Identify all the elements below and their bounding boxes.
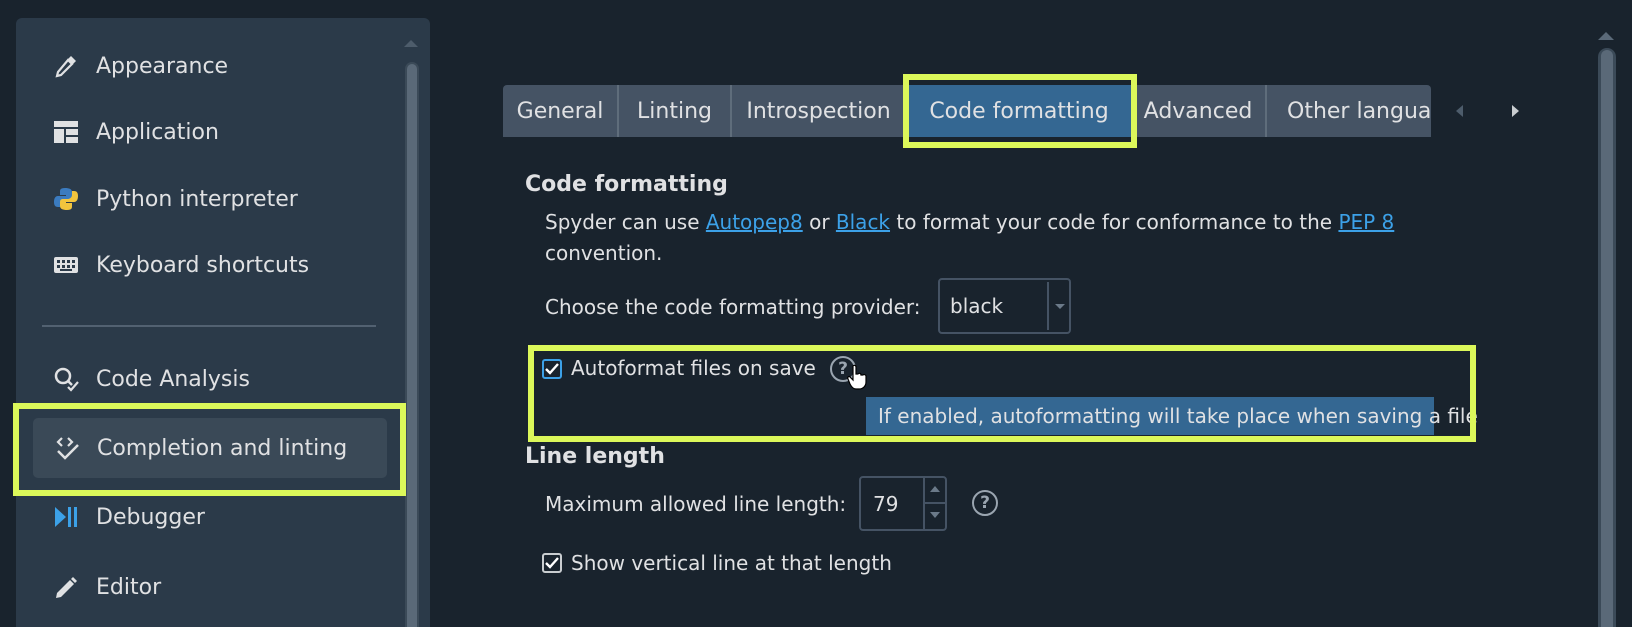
chevron-down-icon[interactable] xyxy=(1055,304,1065,309)
sidebar-item-label: Completion and linting xyxy=(97,435,348,461)
sidebar-item-appearance[interactable]: Appearance xyxy=(32,36,396,96)
tab-advanced[interactable]: Advanced xyxy=(1131,85,1267,137)
tab-label: General xyxy=(516,98,604,124)
checkmark-icon xyxy=(545,363,559,375)
sidebar-item-label: Appearance xyxy=(96,53,229,79)
provider-label: Choose the code formatting provider: xyxy=(545,295,921,319)
line-length-heading: Line length xyxy=(525,444,665,469)
code-analysis-icon xyxy=(52,365,80,393)
sidebar-item-python-interpreter[interactable]: Python interpreter xyxy=(32,169,396,229)
tab-linting[interactable]: Linting xyxy=(619,85,732,137)
keyboard-icon xyxy=(52,251,80,279)
autopep8-link[interactable]: Autopep8 xyxy=(706,210,803,234)
code-formatting-heading: Code formatting xyxy=(525,172,728,197)
spin-up-icon[interactable] xyxy=(930,486,940,492)
show-vertical-line-checkbox[interactable] xyxy=(542,553,562,573)
sidebar-item-label: Editor xyxy=(96,574,162,600)
show-vertical-line-label: Show vertical line at that length xyxy=(571,551,892,575)
tab-other-languages[interactable]: Other languag xyxy=(1267,85,1431,137)
completion-icon xyxy=(53,434,81,462)
python-icon xyxy=(52,185,80,213)
provider-select-value: black xyxy=(950,294,1004,318)
tab-label: Other languag xyxy=(1287,98,1431,124)
checkmark-icon xyxy=(545,557,559,569)
main-scroll-up-icon[interactable] xyxy=(1598,32,1614,40)
sidebar-item-label: Application xyxy=(96,119,219,145)
tab-general[interactable]: General xyxy=(503,85,619,137)
black-link[interactable]: Black xyxy=(836,210,890,234)
description-text: convention. xyxy=(545,241,663,265)
autoformat-checkbox[interactable] xyxy=(542,359,562,379)
spinbox-divider xyxy=(925,502,945,504)
sidebar-item-editor[interactable]: Editor xyxy=(32,557,396,617)
sidebar-item-code-analysis[interactable]: Code Analysis xyxy=(32,349,396,409)
sidebar-scrollbar-thumb[interactable] xyxy=(407,64,417,627)
sidebar-item-completion-and-linting[interactable]: Completion and linting xyxy=(33,418,387,478)
autoformat-label: Autoformat files on save xyxy=(571,356,816,380)
app-layout-icon xyxy=(52,118,80,146)
line-length-help-icon[interactable]: ? xyxy=(972,490,998,516)
pep8-link[interactable]: PEP 8 xyxy=(1338,210,1394,234)
pipette-icon xyxy=(52,52,80,80)
sidebar-item-label: Keyboard shortcuts xyxy=(96,252,310,278)
tab-label: Linting xyxy=(637,98,712,124)
description-text: Spyder can use xyxy=(545,210,706,234)
tab-label: Code formatting xyxy=(929,98,1109,124)
select-divider xyxy=(1047,282,1049,330)
main-scrollbar-thumb[interactable] xyxy=(1601,50,1613,627)
sidebar-item-debugger[interactable]: Debugger xyxy=(32,487,396,547)
sidebar-item-label: Code Analysis xyxy=(96,366,250,392)
debugger-icon xyxy=(52,503,80,531)
tab-scroll-right-icon[interactable] xyxy=(1512,105,1519,117)
sidebar-divider xyxy=(42,325,376,327)
hand-cursor-icon xyxy=(847,364,867,390)
max-line-length-spinbox[interactable]: 79 xyxy=(859,476,947,531)
pencil-icon xyxy=(52,573,80,601)
description-text: to format your code for conformance to t… xyxy=(890,210,1339,234)
autoformat-tooltip: If enabled, autoformatting will take pla… xyxy=(866,397,1478,435)
sidebar-item-label: Debugger xyxy=(96,504,205,530)
tab-scroll-left-icon[interactable] xyxy=(1456,105,1463,117)
sidebar-item-keyboard-shortcuts[interactable]: Keyboard shortcuts xyxy=(32,235,396,295)
spinbox-buttons xyxy=(923,478,945,529)
code-formatting-description: Spyder can use Autopep8 or Black to form… xyxy=(545,207,1405,269)
tab-bar: General Linting Introspection Code forma… xyxy=(503,85,1431,137)
spin-down-icon[interactable] xyxy=(930,512,940,518)
tab-introspection[interactable]: Introspection xyxy=(732,85,907,137)
tab-code-formatting[interactable]: Code formatting xyxy=(907,85,1131,137)
sidebar-scroll-up-icon[interactable] xyxy=(404,40,418,47)
tab-label: Introspection xyxy=(746,98,891,124)
sidebar-item-label: Python interpreter xyxy=(96,186,298,212)
sidebar-item-application[interactable]: Application xyxy=(32,102,396,162)
provider-select[interactable]: black xyxy=(938,278,1071,334)
spinbox-value: 79 xyxy=(873,491,899,516)
max-line-length-label: Maximum allowed line length: xyxy=(545,492,847,516)
tab-label: Advanced xyxy=(1143,98,1253,124)
description-text: or xyxy=(802,210,836,234)
